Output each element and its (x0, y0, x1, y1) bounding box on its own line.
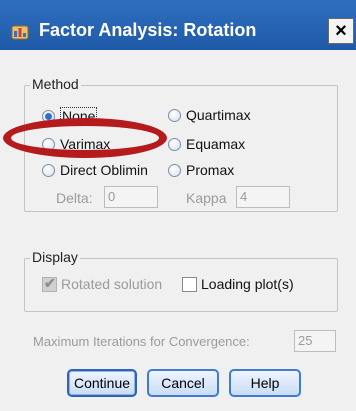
radio-label: Direct Oblimin (60, 162, 148, 178)
radio-button[interactable] (42, 137, 55, 151)
iterations-label: Maximum Iterations for Convergence: (33, 334, 250, 349)
radio-none[interactable]: None (42, 107, 98, 125)
title-bar: Factor Analysis: Rotation × (0, 0, 356, 50)
iterations-field[interactable]: 25 (294, 330, 336, 352)
delta-field[interactable]: 0 (104, 186, 158, 208)
radio-direct-oblimin[interactable]: Direct Oblimin (42, 162, 148, 178)
spss-app-icon (11, 25, 29, 40)
radio-promax[interactable]: Promax (168, 162, 234, 178)
close-icon: × (335, 20, 347, 42)
checkbox-box[interactable] (182, 276, 197, 292)
kappa-field[interactable]: 4 (236, 186, 290, 208)
radio-button[interactable] (168, 108, 181, 122)
close-button[interactable]: × (328, 18, 354, 44)
cancel-button[interactable]: Cancel (147, 369, 219, 397)
method-group-label: Method (30, 76, 81, 92)
loading-plots-checkbox[interactable]: Loading plot(s) (182, 276, 294, 292)
radio-label: None (60, 107, 98, 125)
radio-label: Varimax (60, 136, 111, 152)
window-title: Factor Analysis: Rotation (39, 20, 257, 40)
radio-quartimax[interactable]: Quartimax (168, 107, 251, 123)
radio-button[interactable] (168, 137, 181, 151)
radio-equamax[interactable]: Equamax (168, 136, 245, 152)
checkbox-box: ✔ (42, 274, 57, 292)
delta-label: Delta: (56, 190, 93, 206)
kappa-label: Kappa (186, 190, 227, 206)
continue-button[interactable]: Continue (67, 369, 137, 397)
radio-button[interactable] (42, 163, 55, 177)
radio-button[interactable] (168, 163, 181, 177)
checkbox-label: Rotated solution (61, 276, 163, 292)
rotated-solution-checkbox: ✔ Rotated solution (42, 274, 163, 292)
radio-label: Quartimax (186, 107, 251, 123)
display-group-label: Display (30, 249, 80, 265)
radio-label: Promax (186, 162, 235, 178)
radio-label: Equamax (186, 136, 246, 152)
radio-button[interactable] (42, 109, 55, 123)
help-button[interactable]: Help (229, 369, 301, 397)
radio-varimax[interactable]: Varimax (42, 136, 110, 152)
checkbox-label: Loading plot(s) (201, 276, 294, 292)
